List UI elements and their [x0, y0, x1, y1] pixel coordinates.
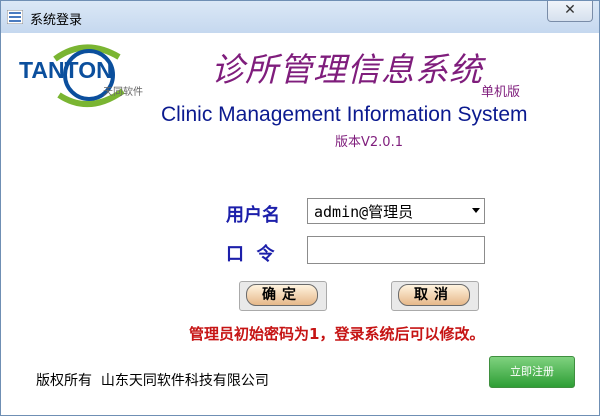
username-label: 用户名 — [226, 205, 280, 226]
logo-brand: TANTON — [19, 57, 113, 83]
app-title-cn: 诊所管理信息系统 — [211, 53, 483, 89]
cancel-button[interactable]: 取消 — [398, 284, 470, 306]
password-label: 口 令 — [226, 244, 275, 265]
confirm-button[interactable]: 确定 — [246, 284, 318, 306]
edition-label: 单机版 — [481, 85, 521, 100]
dropdown-arrow-icon — [472, 208, 480, 213]
password-hint: 管理员初始密码为1，登录系统后可以修改。 — [189, 325, 485, 343]
app-icon — [7, 10, 23, 24]
close-button[interactable]: ✕ — [547, 1, 593, 22]
register-button[interactable]: 立即注册 — [489, 356, 575, 388]
copyright-text: 版权所有 山东天同软件科技有限公司 — [36, 373, 269, 389]
username-select[interactable]: admin@管理员 — [307, 198, 485, 224]
window-title: 系统登录 — [30, 13, 83, 28]
close-icon: ✕ — [564, 2, 576, 18]
title-bar[interactable]: 系统登录 ✕ — [1, 1, 599, 33]
password-input[interactable] — [307, 236, 485, 264]
app-title-en: Clinic Management Information System — [161, 103, 528, 126]
version-label: 版本V2.0.1 — [335, 135, 403, 150]
logo-subtext: 天同软件 — [103, 87, 143, 98]
username-value: admin@管理员 — [314, 203, 414, 221]
company-logo: TANTON 天同软件 — [19, 37, 149, 127]
login-window: 系统登录 ✕ TANTON 天同软件 诊所管理信息系统 单机版 Clinic M… — [0, 0, 600, 416]
